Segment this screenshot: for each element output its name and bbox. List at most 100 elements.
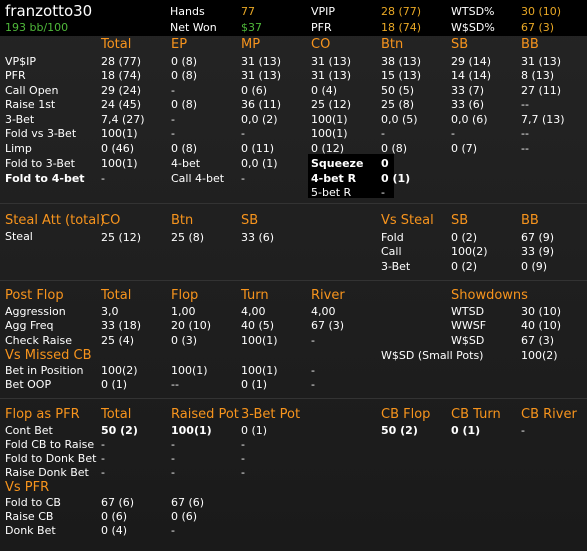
stat-cell: - <box>171 127 175 140</box>
col-header-btn: Btn <box>381 37 404 52</box>
col-header-bb: BB <box>521 37 539 52</box>
stat-cell: - <box>171 452 175 465</box>
stat-label: Cont Bet <box>5 424 53 437</box>
stat-cell: 29 (14) <box>451 55 492 68</box>
stat-cell: 31 (13) <box>241 55 282 68</box>
stat-label: Check Raise <box>5 334 73 347</box>
stat-cell: 8 (13) <box>521 69 555 82</box>
winrate: 193 bb/100 <box>5 21 69 34</box>
stat-cell: - <box>171 524 175 537</box>
stat-cell: 33 (18) <box>101 319 142 332</box>
stat-cell: 4,00 <box>311 305 336 318</box>
stat-label: WTSD <box>451 305 485 318</box>
stat-cell: 50 (2) <box>101 424 138 437</box>
steal-label: Steal <box>5 230 33 243</box>
wtsd-label: WTSD% <box>451 5 495 18</box>
stat-label: Fold <box>381 231 404 244</box>
stat-label: W$SD <box>451 334 485 347</box>
cb-turn-header: CB Turn <box>451 407 501 422</box>
player-stats-hud: franzotto30 193 bb/100 Hands 77 Net Won … <box>0 0 587 551</box>
pfr-value: 18 (74) <box>381 21 422 34</box>
stat-cell: 29 (24) <box>101 84 142 97</box>
fold-to-3bet-value: 100(1) <box>101 157 138 170</box>
vpip-value: 28 (77) <box>381 5 422 18</box>
stat-cell: 24 (45) <box>101 98 142 111</box>
stat-cell: - <box>521 424 525 437</box>
stat-cell: 25 (4) <box>101 334 135 347</box>
stat-cell: 31 (13) <box>521 55 562 68</box>
stat-cell: 4,00 <box>241 305 266 318</box>
stat-label: Agg Freq <box>5 319 54 332</box>
stat-cell: - <box>241 438 245 451</box>
stat-cell: - <box>101 466 105 479</box>
stat-label: Raise 1st <box>5 98 56 111</box>
stat-cell: 7,7 (13) <box>521 113 565 126</box>
fold-to-4bet-value: - <box>101 172 105 185</box>
call-4bet-value: - <box>241 172 245 185</box>
stat-cell: 31 (13) <box>311 69 352 82</box>
stat-cell: - <box>171 438 175 451</box>
wsd-label: W$SD% <box>451 21 495 34</box>
fivebet-r-label: 5-bet R <box>311 186 352 199</box>
stat-cell: -- <box>521 127 529 140</box>
vpip-label: VPIP <box>311 5 336 18</box>
stat-cell: -- <box>521 98 529 111</box>
stat-label: Raise CB <box>5 510 54 523</box>
stat-cell: 0,0 (5) <box>381 113 418 126</box>
vs-pfr-section-title: Vs PFR <box>5 480 50 495</box>
stat-cell: 0 (8) <box>171 55 198 68</box>
vs-steal-header-bb: BB <box>521 213 539 228</box>
stat-cell: 0 (2) <box>451 231 478 244</box>
stat-cell: 33 (7) <box>451 84 485 97</box>
stat-cell: 67 (3) <box>521 334 555 347</box>
stat-cell: 30 (10) <box>521 305 562 318</box>
fold-to-3bet-label: Fold to 3-Bet <box>5 157 75 170</box>
stat-label: Fold to Donk Bet <box>5 452 97 465</box>
postflop-section-title: Post Flop <box>5 288 64 303</box>
stat-cell: 25 (8) <box>171 231 205 244</box>
stat-cell: 3,0 <box>101 305 119 318</box>
section-divider <box>0 203 587 204</box>
vs-steal-header-sb: SB <box>451 213 469 228</box>
flop-pfr-header-total: Total <box>101 407 132 422</box>
stat-cell: 100(1) <box>241 334 278 347</box>
stat-cell: 28 (77) <box>101 55 142 68</box>
stat-cell: 0 (1) <box>451 424 481 437</box>
stat-cell: 0 (6) <box>101 510 128 523</box>
stat-label: Aggression <box>5 305 66 318</box>
stat-cell: 100(2) <box>101 364 138 377</box>
stat-cell: -- <box>171 378 179 391</box>
stat-cell: 14 (14) <box>451 69 492 82</box>
stat-cell: 1,00 <box>171 305 196 318</box>
stat-cell: - <box>311 378 315 391</box>
stat-cell: 33 (9) <box>521 245 555 258</box>
postflop-header-river: River <box>311 288 345 303</box>
wsd-value: 67 (3) <box>521 21 555 34</box>
cb-river-header: CB River <box>521 407 577 422</box>
stat-cell: - <box>451 127 455 140</box>
stat-cell: 0 (9) <box>521 260 548 273</box>
stat-cell: 40 (10) <box>521 319 562 332</box>
stat-cell: 38 (13) <box>381 55 422 68</box>
stat-cell: 67 (3) <box>311 319 345 332</box>
player-name[interactable]: franzotto30 <box>5 3 92 20</box>
stat-cell: - <box>241 466 245 479</box>
stat-label: 3-Bet <box>381 260 411 273</box>
stat-cell: 0 (12) <box>311 142 345 155</box>
stat-label: Fold CB to Raise <box>5 438 95 451</box>
steal-header-co: CO <box>101 213 121 228</box>
stat-cell: - <box>171 466 175 479</box>
stat-label: WWSF <box>451 319 487 332</box>
fourbet-value: 0,0 (1) <box>241 157 278 170</box>
stat-label: 3-Bet <box>5 113 35 126</box>
section-divider <box>0 280 587 281</box>
col-header-co: CO <box>311 37 331 52</box>
stat-cell: 40 (5) <box>241 319 275 332</box>
stat-label: Call Open <box>5 84 59 97</box>
stat-cell: 0 (3) <box>171 334 198 347</box>
call-4bet-label: Call 4-bet <box>171 172 225 185</box>
stat-label: Call <box>381 245 402 258</box>
stat-cell: - <box>171 113 175 126</box>
stat-cell: 0 (1) <box>101 378 128 391</box>
small-pots-value: 100(2) <box>521 349 558 362</box>
